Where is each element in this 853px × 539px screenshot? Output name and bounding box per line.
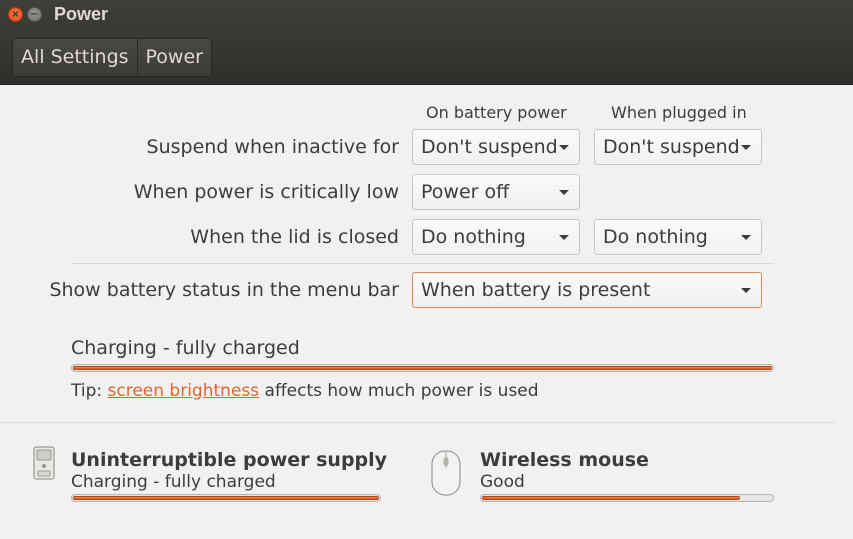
tip-suffix: affects how much power is used (259, 381, 539, 401)
ups-icon (33, 446, 55, 480)
separator (1, 422, 835, 423)
lid-plugged-value: Do nothing (603, 226, 708, 248)
power-panel: On battery power When plugged in Suspend… (1, 86, 852, 538)
device-name-mouse: Wireless mouse (480, 449, 649, 471)
ups-level-fill (73, 496, 379, 500)
suspend-battery-value: Don't suspend (421, 136, 558, 158)
toolbar: All Settings Power (0, 30, 853, 85)
suspend-plugged-dropdown[interactable]: Don't suspend (594, 129, 762, 165)
menubar-status-value: When battery is present (421, 279, 651, 301)
device-name-ups: Uninterruptible power supply (71, 449, 388, 471)
chevron-down-icon (741, 145, 751, 150)
breadcrumb-all-settings[interactable]: All Settings (13, 39, 138, 76)
critical-battery-value: Power off (421, 181, 510, 203)
minimize-icon: − (30, 9, 39, 20)
chevron-down-icon (559, 190, 569, 195)
mouse-level-fill (482, 496, 740, 500)
tip-prefix: Tip: (71, 381, 108, 401)
lid-label: When the lid is closed (190, 226, 399, 248)
menubar-status-dropdown[interactable]: When battery is present (412, 272, 762, 308)
suspend-battery-dropdown[interactable]: Don't suspend (412, 129, 580, 165)
column-header-plugged: When plugged in (611, 103, 747, 122)
close-button[interactable]: × (8, 7, 23, 22)
separator (71, 263, 774, 264)
chevron-down-icon (741, 235, 751, 240)
tip-text: Tip: screen brightness affects how much … (71, 381, 539, 401)
window-title: Power (54, 4, 109, 24)
column-header-battery: On battery power (426, 103, 567, 122)
ups-level-bar (71, 494, 381, 502)
title-bar: × − Power (0, 0, 853, 30)
minimize-button[interactable]: − (27, 7, 42, 22)
suspend-label: Suspend when inactive for (146, 136, 399, 158)
chevron-down-icon (559, 235, 569, 240)
mouse-icon (431, 450, 461, 496)
lid-plugged-dropdown[interactable]: Do nothing (594, 219, 762, 255)
device-status-ups: Charging - fully charged (71, 472, 276, 492)
chevron-down-icon (559, 145, 569, 150)
lid-battery-dropdown[interactable]: Do nothing (412, 219, 580, 255)
lid-battery-value: Do nothing (421, 226, 526, 248)
chevron-down-icon (741, 288, 751, 293)
close-icon: × (11, 9, 20, 20)
menubar-label: Show battery status in the menu bar (49, 279, 399, 301)
screen-brightness-link[interactable]: screen brightness (108, 381, 260, 401)
suspend-plugged-value: Don't suspend (603, 136, 740, 158)
battery-level-bar (71, 364, 774, 372)
breadcrumb-power[interactable]: Power (137, 39, 211, 76)
battery-level-fill (73, 366, 772, 370)
critical-battery-dropdown[interactable]: Power off (412, 174, 580, 210)
breadcrumb: All Settings Power (12, 38, 212, 77)
critical-label: When power is critically low (133, 181, 399, 203)
mouse-level-bar (480, 494, 774, 502)
device-status-mouse: Good (480, 472, 525, 492)
battery-status: Charging - fully charged (71, 337, 300, 359)
